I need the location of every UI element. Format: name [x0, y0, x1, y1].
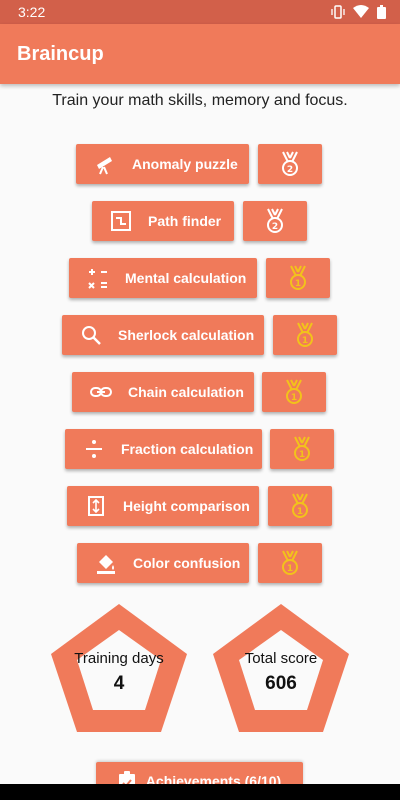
- path-finder-button[interactable]: Path finder: [92, 201, 234, 241]
- path-icon: [108, 208, 134, 234]
- game-label: Chain calculation: [128, 384, 244, 400]
- medal-button[interactable]: 1: [268, 486, 332, 526]
- medal-button[interactable]: 1: [262, 372, 326, 412]
- medal-1-icon: 1: [286, 379, 302, 404]
- color-confusion-button[interactable]: Color confusion: [77, 543, 249, 583]
- medal-1-icon: 1: [294, 436, 310, 461]
- training-days-label: Training days: [74, 650, 164, 667]
- game-label: Sherlock calculation: [118, 327, 255, 343]
- wifi-icon: [353, 5, 369, 18]
- medal-2-icon: 2: [282, 151, 298, 176]
- svg-text:1: 1: [295, 279, 301, 289]
- medal-button[interactable]: 1: [273, 315, 337, 355]
- svg-text:1: 1: [291, 393, 297, 403]
- height-comparison-button[interactable]: Height comparison: [67, 486, 259, 526]
- paint-bucket-icon: [93, 550, 119, 576]
- sherlock-calculation-button[interactable]: Sherlock calculation: [62, 315, 264, 355]
- svg-text:2: 2: [272, 222, 278, 232]
- medal-2-icon: 2: [267, 208, 283, 233]
- medal-button[interactable]: 1: [270, 429, 334, 469]
- total-score-card: Total score 606: [211, 602, 351, 734]
- fraction-calculation-button[interactable]: Fraction calculation: [65, 429, 262, 469]
- medal-1-icon: 1: [292, 493, 308, 518]
- medal-button[interactable]: 1: [266, 258, 330, 298]
- medal-1-icon: 1: [297, 322, 313, 347]
- game-label: Fraction calculation: [121, 441, 254, 457]
- battery-icon: [377, 5, 386, 19]
- medal-1-icon: 1: [282, 550, 298, 575]
- search-icon: [78, 322, 104, 348]
- total-score-value: 606: [265, 673, 297, 694]
- svg-text:1: 1: [302, 336, 308, 346]
- medal-1-icon: 1: [290, 265, 306, 290]
- link-icon: [88, 379, 114, 405]
- game-label: Color confusion: [133, 555, 241, 571]
- telescope-icon: [92, 151, 118, 177]
- status-bar: 3:22: [0, 0, 400, 24]
- medal-button[interactable]: 1: [258, 543, 322, 583]
- svg-text:1: 1: [299, 450, 305, 460]
- app-title: Braincup: [17, 42, 104, 65]
- svg-text:1: 1: [287, 564, 293, 574]
- svg-text:1: 1: [297, 507, 303, 517]
- status-time: 3:22: [18, 4, 46, 20]
- total-score-label: Total score: [244, 650, 318, 667]
- pentagon-shape: [213, 604, 349, 732]
- svg-text:2: 2: [287, 165, 293, 175]
- anomaly-puzzle-button[interactable]: Anomaly puzzle: [76, 144, 249, 184]
- game-label: Path finder: [148, 213, 222, 229]
- game-label: Anomaly puzzle: [132, 156, 238, 172]
- training-days-card: Training days 4: [49, 602, 189, 734]
- subtitle: Train your math skills, memory and focus…: [52, 92, 348, 109]
- vibrate-icon: [331, 5, 345, 19]
- game-label: Mental calculation: [125, 270, 247, 286]
- navigation-bar: [0, 784, 400, 800]
- training-days-value: 4: [113, 673, 125, 694]
- game-label: Height comparison: [123, 498, 250, 514]
- app-bar: Braincup: [0, 24, 400, 84]
- medal-button[interactable]: 2: [258, 144, 322, 184]
- mental-calculation-button[interactable]: Mental calculation: [69, 258, 257, 298]
- calculator-icon: [85, 265, 111, 291]
- chain-calculation-button[interactable]: Chain calculation: [72, 372, 254, 412]
- medal-button[interactable]: 2: [243, 201, 307, 241]
- height-icon: [83, 493, 109, 519]
- divide-icon: [81, 436, 107, 462]
- pentagon-shape: [51, 604, 187, 732]
